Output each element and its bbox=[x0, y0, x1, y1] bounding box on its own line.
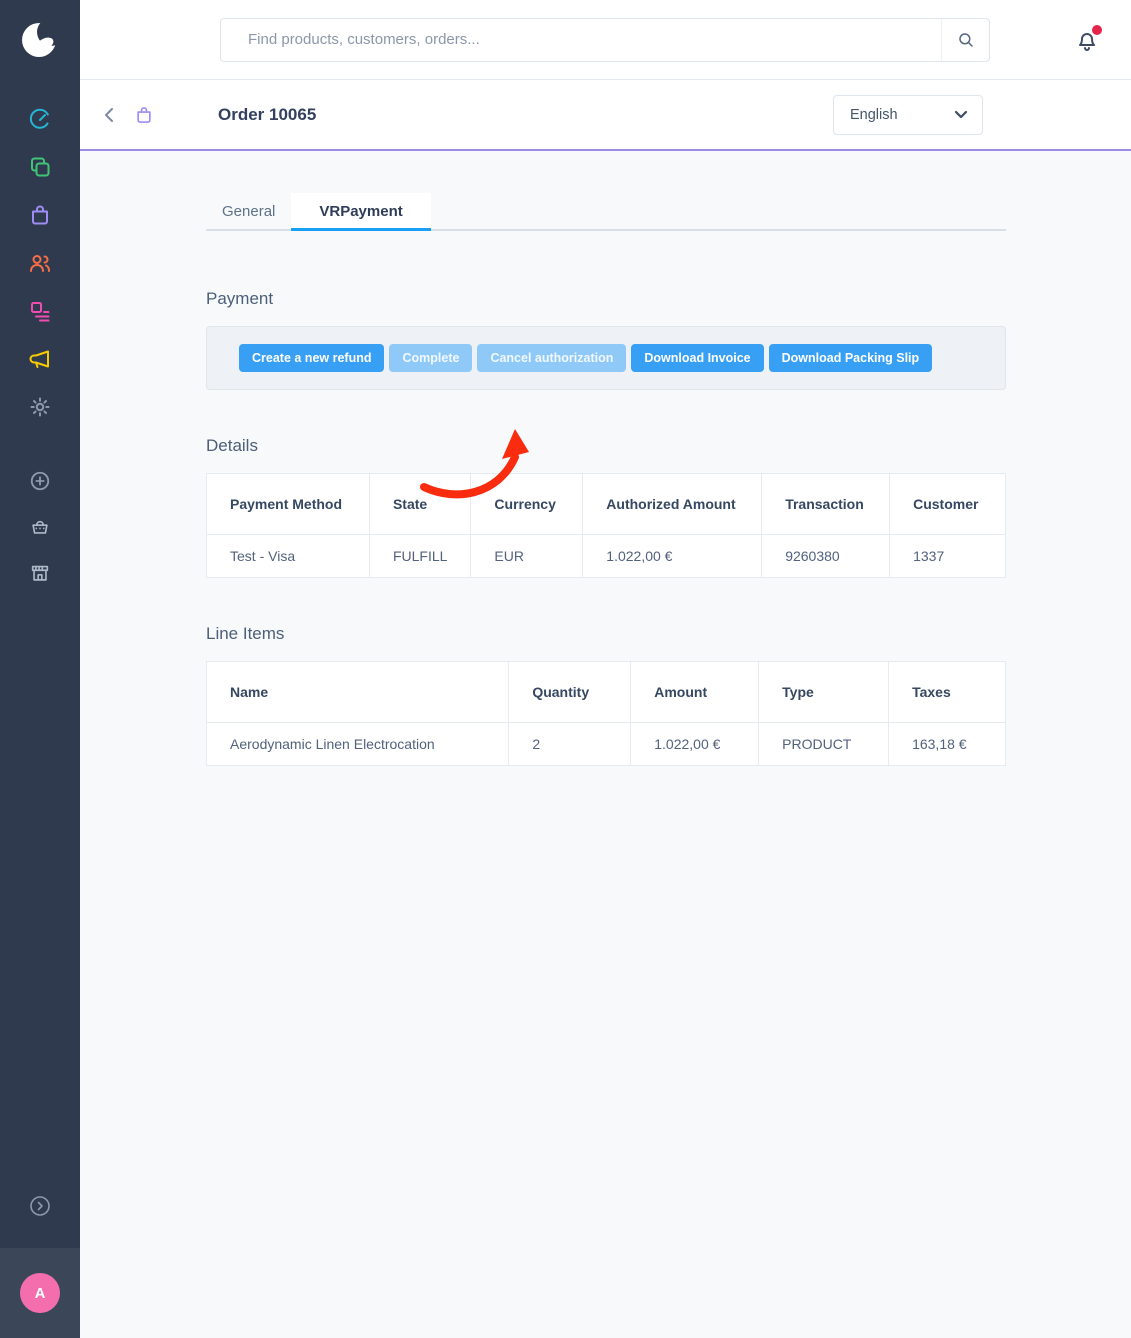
col-name: Name bbox=[207, 662, 509, 723]
tab-vrpayment[interactable]: VRPayment bbox=[291, 193, 430, 231]
line-items-header-row: Name Quantity Amount Type Taxes bbox=[207, 662, 1006, 723]
shopware-logo[interactable] bbox=[0, 0, 80, 80]
col-customer: Customer bbox=[890, 474, 1006, 535]
complete-button[interactable]: Complete bbox=[389, 344, 472, 372]
col-amount: Amount bbox=[631, 662, 759, 723]
tab-bar: General VRPayment bbox=[206, 193, 1006, 231]
notification-dot bbox=[1092, 25, 1102, 35]
avatar-initial: A bbox=[35, 1285, 46, 1302]
col-quantity: Quantity bbox=[509, 662, 631, 723]
sidebar-item-storefront[interactable] bbox=[0, 550, 80, 596]
sidebar-secondary-nav bbox=[0, 458, 80, 596]
cell-customer: 1337 bbox=[890, 535, 1006, 578]
content-area: General VRPayment Payment Create a new r… bbox=[80, 151, 1131, 1338]
section-payment-title: Payment bbox=[206, 289, 1006, 309]
smart-bar: Order 10065 English bbox=[80, 80, 1131, 151]
language-value: English bbox=[850, 107, 898, 123]
sidebar-item-catalogues[interactable] bbox=[0, 143, 80, 191]
download-packing-slip-button[interactable]: Download Packing Slip bbox=[769, 344, 933, 372]
page-title: Order 10065 bbox=[218, 105, 316, 125]
col-state: State bbox=[369, 474, 470, 535]
col-payment-method: Payment Method bbox=[207, 474, 370, 535]
cell-transaction: 9260380 bbox=[762, 535, 890, 578]
sidebar-nav bbox=[0, 80, 80, 431]
order-module-bag-icon bbox=[134, 105, 154, 125]
search-input[interactable] bbox=[221, 19, 941, 61]
chevron-down-icon bbox=[954, 110, 968, 119]
expand-menu-toggle[interactable] bbox=[0, 1182, 80, 1230]
line-item-row: Aerodynamic Linen Electrocation 2 1.022,… bbox=[207, 723, 1006, 766]
search-icon bbox=[957, 31, 975, 49]
sidebar: A bbox=[0, 0, 80, 1338]
sidebar-item-dashboard[interactable] bbox=[0, 95, 80, 143]
col-transaction: Transaction bbox=[762, 474, 890, 535]
sidebar-item-settings[interactable] bbox=[0, 383, 80, 431]
payment-actions-panel: Create a new refund Complete Cancel auth… bbox=[206, 326, 1006, 390]
sidebar-item-customers[interactable] bbox=[0, 239, 80, 287]
settings-gear-icon bbox=[28, 395, 52, 419]
cell-currency: EUR bbox=[471, 535, 583, 578]
content-icon bbox=[28, 299, 52, 323]
cell-amount: 1.022,00 € bbox=[631, 723, 759, 766]
orders-bag-icon bbox=[28, 203, 52, 227]
cell-authorized-amount: 1.022,00 € bbox=[583, 535, 762, 578]
chevron-left-icon bbox=[102, 106, 116, 124]
cell-payment-method: Test - Visa bbox=[207, 535, 370, 578]
back-button[interactable] bbox=[102, 106, 116, 124]
notifications-button[interactable] bbox=[1075, 26, 1101, 54]
cell-name: Aerodynamic Linen Electrocation bbox=[207, 723, 509, 766]
line-items-table: Name Quantity Amount Type Taxes Aerodyna… bbox=[206, 661, 1006, 766]
col-currency: Currency bbox=[471, 474, 583, 535]
chevron-right-circle-icon bbox=[28, 1194, 52, 1218]
col-type: Type bbox=[759, 662, 889, 723]
section-line-items-title: Line Items bbox=[206, 624, 1006, 644]
marketing-megaphone-icon bbox=[28, 347, 52, 371]
details-row: Test - Visa FULFILL EUR 1.022,00 € 92603… bbox=[207, 535, 1006, 578]
cell-type: PRODUCT bbox=[759, 723, 889, 766]
storefront-icon bbox=[29, 562, 51, 584]
cell-taxes: 163,18 € bbox=[889, 723, 1006, 766]
col-taxes: Taxes bbox=[889, 662, 1006, 723]
details-header-row: Payment Method State Currency Authorized… bbox=[207, 474, 1006, 535]
col-authorized-amount: Authorized Amount bbox=[583, 474, 762, 535]
section-details-title: Details bbox=[206, 436, 1006, 456]
sidebar-item-orders[interactable] bbox=[0, 191, 80, 239]
tab-general[interactable]: General bbox=[206, 193, 291, 231]
language-select[interactable]: English bbox=[833, 95, 983, 135]
avatar[interactable]: A bbox=[20, 1273, 60, 1313]
details-table: Payment Method State Currency Authorized… bbox=[206, 473, 1006, 578]
sidebar-item-marketing[interactable] bbox=[0, 335, 80, 383]
sidebar-item-extensions[interactable] bbox=[0, 458, 80, 504]
customers-icon bbox=[28, 251, 52, 275]
shopware-logo-icon bbox=[18, 18, 62, 62]
user-section: A bbox=[0, 1248, 80, 1338]
main-area: Order 10065 English General VRPayment Pa… bbox=[80, 0, 1131, 1338]
cancel-authorization-button[interactable]: Cancel authorization bbox=[477, 344, 626, 372]
dashboard-icon bbox=[28, 107, 52, 131]
cell-quantity: 2 bbox=[509, 723, 631, 766]
cell-state: FULFILL bbox=[369, 535, 470, 578]
create-refund-button[interactable]: Create a new refund bbox=[239, 344, 384, 372]
search-button[interactable] bbox=[941, 19, 989, 61]
topbar bbox=[80, 0, 1131, 80]
sidebar-item-basket[interactable] bbox=[0, 504, 80, 550]
catalogues-icon bbox=[28, 155, 52, 179]
sidebar-item-content[interactable] bbox=[0, 287, 80, 335]
basket-icon bbox=[29, 516, 51, 538]
download-invoice-button[interactable]: Download Invoice bbox=[631, 344, 763, 372]
global-search[interactable] bbox=[220, 18, 990, 62]
plus-circle-icon bbox=[29, 470, 51, 492]
